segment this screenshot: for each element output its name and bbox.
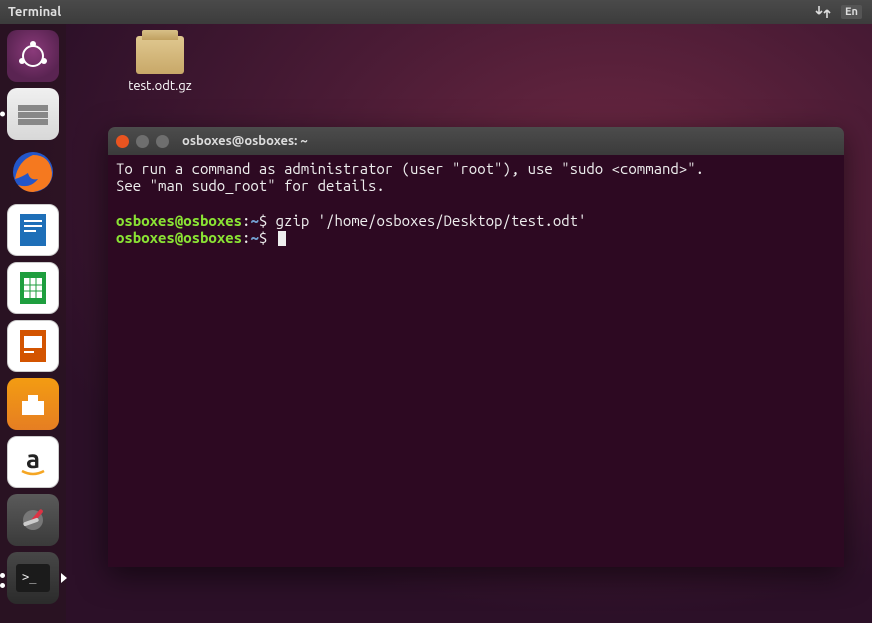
launcher-libreoffice-impress[interactable]	[7, 320, 59, 372]
svg-text:a: a	[26, 444, 40, 473]
launcher-terminal[interactable]: >_	[7, 552, 59, 604]
running-pip-icon	[0, 573, 5, 578]
launcher-amazon[interactable]: a	[7, 436, 59, 488]
menubar-app-title: Terminal	[8, 5, 61, 19]
keyboard-language-indicator[interactable]: En	[841, 5, 862, 19]
motd-line: To run a command as administrator (user …	[116, 160, 704, 177]
window-maximize-button[interactable]	[156, 135, 169, 148]
prompt-user: osboxes	[116, 229, 175, 246]
prompt-at: @	[175, 229, 183, 246]
launcher-libreoffice-writer[interactable]	[7, 204, 59, 256]
network-indicator-icon[interactable]	[815, 5, 831, 19]
prompt-symbol: $	[259, 229, 267, 246]
menubar[interactable]: Terminal En	[0, 0, 872, 24]
motd-line: See "man sudo_root" for details.	[116, 177, 385, 194]
svg-text:>_: >_	[22, 570, 37, 584]
running-pip-icon	[0, 112, 5, 117]
launcher-firefox[interactable]	[7, 146, 59, 198]
desktop-file-label: test.odt.gz	[115, 79, 205, 93]
window-title: osboxes@osboxes: ~	[182, 134, 308, 148]
prompt-host: osboxes	[183, 229, 242, 246]
running-pip-icon	[0, 583, 5, 588]
focused-arrow-icon	[61, 573, 67, 583]
launcher-dash[interactable]	[7, 30, 59, 82]
terminal-body[interactable]: To run a command as administrator (user …	[108, 155, 844, 251]
prompt-cwd: ~	[250, 212, 258, 229]
archive-icon	[136, 36, 184, 74]
terminal-window[interactable]: osboxes@osboxes: ~ To run a command as a…	[108, 127, 844, 567]
prompt-user: osboxes	[116, 212, 175, 229]
launcher-system-settings[interactable]	[7, 494, 59, 546]
launcher-files[interactable]	[7, 88, 59, 140]
launcher-ubuntu-software[interactable]	[7, 378, 59, 430]
prompt-host: osboxes	[183, 212, 242, 229]
command-text: gzip '/home/osboxes/Desktop/test.odt'	[276, 212, 587, 229]
window-minimize-button[interactable]	[136, 135, 149, 148]
window-titlebar[interactable]: osboxes@osboxes: ~	[108, 127, 844, 155]
prompt-at: @	[175, 212, 183, 229]
prompt-symbol: $	[259, 212, 267, 229]
desktop-file-icon[interactable]: test.odt.gz	[115, 36, 205, 93]
window-close-button[interactable]	[116, 135, 129, 148]
prompt-cwd: ~	[250, 229, 258, 246]
terminal-cursor	[278, 231, 286, 246]
unity-launcher: a >_	[0, 24, 66, 623]
launcher-libreoffice-calc[interactable]	[7, 262, 59, 314]
